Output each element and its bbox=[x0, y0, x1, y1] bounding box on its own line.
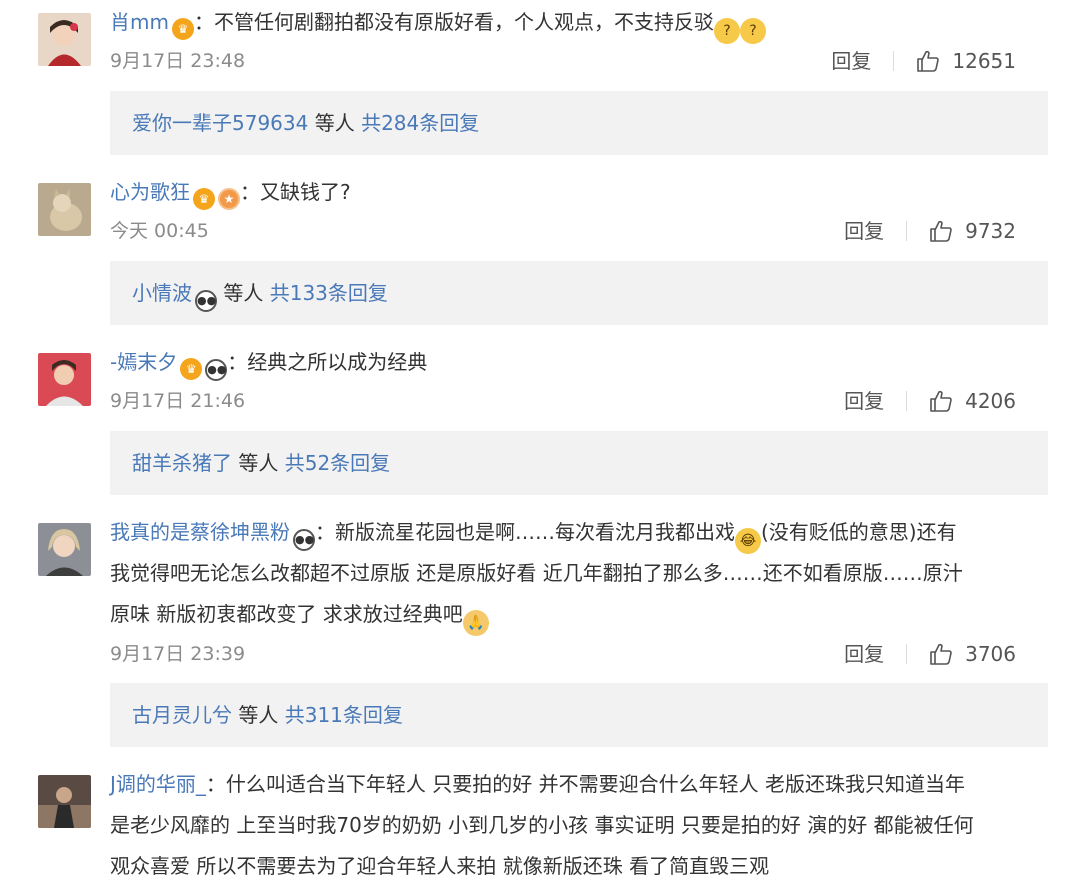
comment-actions: 回复 4206 bbox=[844, 388, 1016, 414]
reply-summary[interactable]: 小情波 ●● 等人 共133条回复 bbox=[110, 261, 1048, 325]
username-link[interactable]: 我真的是蔡徐坤黑粉 bbox=[110, 520, 290, 544]
reply-button[interactable]: 回复 bbox=[844, 388, 884, 414]
thumbs-up-icon[interactable] bbox=[929, 219, 953, 243]
comment-text: 心为歌狂 ♛ ★ ：又缺钱了? bbox=[110, 179, 1048, 210]
comment-body: 观众喜爱 所以不需要去为了迎合年轻人来拍 就像新版还珠 看了简直毁三观 bbox=[110, 854, 770, 878]
divider bbox=[906, 221, 908, 241]
comment-body: 原味 新版初衷都改变了 求求放过经典吧 bbox=[110, 602, 463, 626]
reply-user-link[interactable]: 小情波 bbox=[132, 281, 192, 305]
comment-date: 9月17日 21:46 bbox=[110, 390, 246, 412]
like-count: 12651 bbox=[952, 49, 1016, 73]
reply-button[interactable]: 回复 bbox=[831, 48, 871, 74]
comment-body: ：不管任何剧翻拍都没有原版好看，个人观点，不支持反驳 bbox=[193, 10, 714, 34]
reply-button[interactable]: 回复 bbox=[844, 218, 884, 244]
like-count: 9732 bbox=[965, 219, 1016, 243]
divider bbox=[906, 391, 908, 411]
comment-date: 9月17日 23:39 bbox=[110, 643, 246, 665]
username-link[interactable]: 心为歌狂 bbox=[110, 180, 190, 204]
comment-date: 9月17日 23:48 bbox=[110, 50, 246, 72]
avatar[interactable] bbox=[38, 13, 91, 66]
reply-total-link[interactable]: 共52条回复 bbox=[285, 451, 390, 475]
comment-body: ：经典之所以成为经典 bbox=[227, 350, 428, 374]
reply-summary-text: 等人 bbox=[232, 703, 285, 727]
panda-icon[interactable]: ●● bbox=[205, 359, 228, 381]
vip-crown-icon[interactable]: ♛ bbox=[193, 188, 215, 210]
comment-actions: 回复 9732 bbox=[844, 218, 1016, 244]
comment-text: J调的华丽_：什么叫适合当下年轻人 只要拍的好 并不需要迎合什么年轻人 老版还珠… bbox=[110, 771, 1048, 797]
reply-summary-text: 等人 bbox=[308, 111, 362, 135]
comment-actions: 回复 3706 bbox=[844, 641, 1016, 667]
comment-body: ：新版流星花园也是啊……每次看沈月我都出戏 bbox=[315, 520, 735, 544]
like-count: 3706 bbox=[965, 642, 1016, 666]
reply-total-link[interactable]: 共133条回复 bbox=[270, 281, 388, 305]
reply-user-link[interactable]: 古月灵儿兮 bbox=[132, 703, 232, 727]
comment-text: 肖mm ♛ ：不管任何剧翻拍都没有原版好看，个人观点，不支持反驳?? bbox=[110, 9, 1048, 44]
thumbs-up-icon[interactable] bbox=[929, 389, 953, 413]
thumbs-up-icon[interactable] bbox=[916, 49, 940, 73]
reply-summary[interactable]: 古月灵儿兮 等人 共311条回复 bbox=[110, 683, 1048, 747]
comment-body: 是老少风靡的 上至当时我70岁的奶奶 小到几岁的小孩 事实证明 只要是拍的好 演… bbox=[110, 813, 974, 837]
avatar[interactable] bbox=[38, 775, 91, 828]
divider bbox=[906, 644, 908, 664]
comment-meta: 今天 00:45 回复 9732 bbox=[110, 218, 1048, 244]
divider bbox=[893, 51, 895, 71]
reply-button[interactable]: 回复 bbox=[844, 641, 884, 667]
panda-icon[interactable]: ●● bbox=[293, 529, 315, 551]
laughing-crying-emoji-icon: 😂 bbox=[735, 528, 761, 554]
username-link[interactable]: J调的华丽_ bbox=[110, 772, 206, 796]
vip-crown-icon[interactable]: ♛ bbox=[180, 358, 203, 380]
comment-text: 我觉得吧无论怎么改都超不过原版 还是原版好看 近几年翻拍了那么多……还不如看原版… bbox=[110, 560, 1048, 586]
comment-text: 我真的是蔡徐坤黑粉 ●●：新版流星花园也是啊……每次看沈月我都出戏 😂 (没有贬低的意… bbox=[110, 519, 1048, 554]
comment-body: (没有贬低的意思)还有 bbox=[761, 520, 957, 544]
comment-actions: 回复 12651 bbox=[831, 48, 1016, 74]
reply-summary[interactable]: 爱你一辈子579634 等人 共284条回复 bbox=[110, 91, 1048, 155]
pray-hands-emoji-icon: 🙏 bbox=[462, 610, 489, 636]
username-link[interactable]: 肖mm bbox=[110, 10, 169, 34]
comment-meta: 9月17日 21:46 回复 4206 bbox=[110, 388, 1048, 414]
reply-summary[interactable]: 甜羊杀猪了 等人 共52条回复 bbox=[110, 431, 1048, 495]
comment-text: 观众喜爱 所以不需要去为了迎合年轻人来拍 就像新版还珠 看了简直毁三观 bbox=[110, 853, 1048, 879]
comment-date: 今天 00:45 bbox=[110, 220, 209, 242]
reply-total-link[interactable]: 共311条回复 bbox=[285, 703, 403, 727]
username-link[interactable]: -嫣末夕 bbox=[110, 350, 177, 374]
reply-summary-text: 等人 bbox=[217, 281, 270, 305]
like-count: 4206 bbox=[965, 389, 1016, 413]
comment-meta: 9月17日 23:39 回复 3706 bbox=[110, 641, 1048, 667]
reply-total-link[interactable]: 共284条回复 bbox=[361, 111, 479, 135]
thinking-emoji-icon: ? bbox=[739, 18, 766, 44]
reply-summary-text: 等人 bbox=[232, 451, 285, 475]
comment-body: ：什么叫适合当下年轻人 只要拍的好 并不需要迎合什么年轻人 老版还珠我只知道当年 bbox=[205, 772, 965, 796]
comment-text: 是老少风靡的 上至当时我70岁的奶奶 小到几岁的小孩 事实证明 只要是拍的好 演… bbox=[110, 812, 1048, 838]
vip-crown-icon[interactable]: ♛ bbox=[171, 18, 194, 40]
comment-text: -嫣末夕 ♛ ●●：经典之所以成为经典 bbox=[110, 349, 1048, 381]
comment-body: ：又缺钱了? bbox=[240, 180, 351, 204]
comment-body: 我觉得吧无论怎么改都超不过原版 还是原版好看 近几年翻拍了那么多……还不如看原版… bbox=[110, 561, 963, 585]
avatar[interactable] bbox=[38, 523, 91, 576]
reply-user-link[interactable]: 爱你一辈子579634 bbox=[132, 111, 308, 135]
level-medal-icon[interactable]: ★ bbox=[218, 188, 240, 210]
thumbs-up-icon[interactable] bbox=[929, 642, 953, 666]
reply-user-link[interactable]: 甜羊杀猪了 bbox=[132, 451, 232, 475]
avatar[interactable] bbox=[38, 183, 91, 236]
comment-meta: 9月17日 23:48 回复 12651 bbox=[110, 48, 1048, 74]
thinking-emoji-icon: ? bbox=[713, 18, 740, 44]
comment-text: 原味 新版初衷都改变了 求求放过经典吧 🙏 bbox=[110, 601, 1048, 636]
panda-icon: ●● bbox=[195, 290, 217, 312]
avatar[interactable] bbox=[38, 353, 91, 406]
